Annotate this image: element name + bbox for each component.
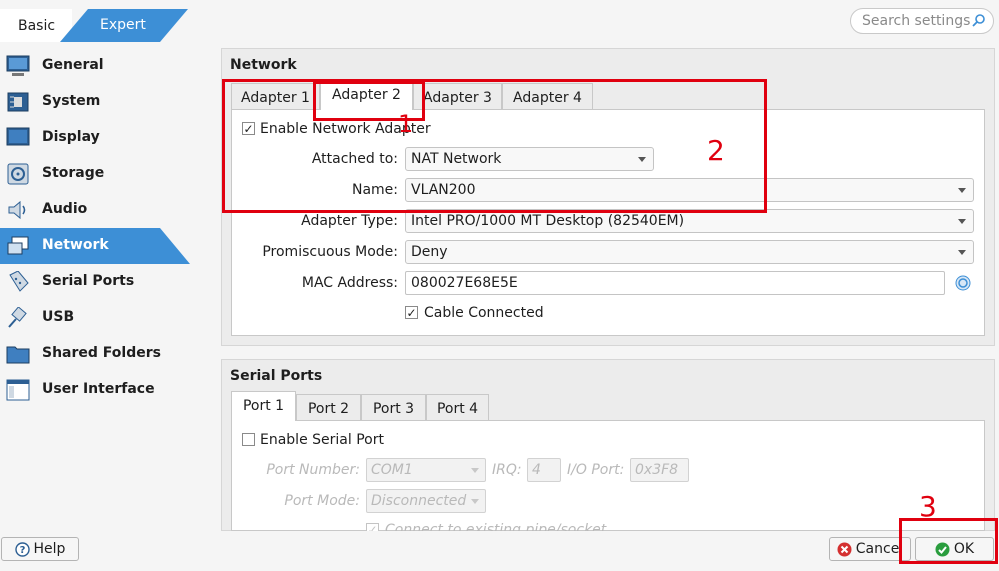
annotation-number-1: 1 bbox=[398, 110, 414, 138]
cancel-icon bbox=[837, 542, 852, 556]
sidebar-item-serial-ports[interactable]: Serial Ports bbox=[0, 264, 200, 300]
enable-serial-port-checkbox[interactable] bbox=[242, 433, 255, 446]
speaker-icon bbox=[8, 200, 26, 220]
mac-address-field[interactable]: 080027E68E5E bbox=[405, 271, 945, 295]
chip-icon bbox=[7, 92, 29, 112]
usb-icon bbox=[8, 307, 27, 328]
help-icon: ? bbox=[14, 541, 30, 557]
search-icon bbox=[972, 14, 985, 27]
refresh-mac-icon[interactable] bbox=[955, 275, 971, 291]
sidebar-item-shared-folders[interactable]: Shared Folders bbox=[0, 336, 200, 372]
tab-port-4[interactable]: Port 4 bbox=[426, 394, 489, 421]
folder-icon bbox=[6, 346, 30, 364]
io-port-field[interactable]: 0x3F8 bbox=[630, 458, 689, 482]
sidebar-item-audio[interactable]: Audio bbox=[0, 192, 200, 228]
connect-existing-row: ✓ Connect to existing pipe/socket bbox=[366, 522, 666, 531]
window-icon bbox=[6, 379, 30, 401]
chevron-down-icon bbox=[958, 219, 966, 224]
mac-address-label: MAC Address: bbox=[301, 275, 398, 291]
promiscuous-mode-select[interactable]: Deny bbox=[405, 240, 974, 264]
port-mode-label: Port Mode: bbox=[284, 493, 360, 509]
annotation-number-2: 2 bbox=[707, 134, 725, 167]
enable-serial-port-label: Enable Serial Port bbox=[260, 432, 384, 448]
connect-existing-label: Connect to existing pipe/socket bbox=[385, 522, 607, 531]
serial-ports-title: Serial Ports bbox=[230, 368, 323, 384]
connect-existing-checkbox[interactable]: ✓ bbox=[366, 523, 379, 531]
chevron-down-icon bbox=[471, 499, 479, 504]
port-number-select[interactable]: COM1 bbox=[366, 458, 486, 482]
promiscuous-mode-label: Promiscuous Mode: bbox=[262, 244, 398, 260]
svg-text:?: ? bbox=[19, 545, 25, 556]
annotation-box-2 bbox=[222, 79, 767, 213]
tab-expert[interactable]: Expert bbox=[60, 9, 188, 42]
annotation-number-3: 3 bbox=[919, 490, 937, 523]
help-button[interactable]: ? Help bbox=[1, 537, 79, 561]
cable-connected-checkbox[interactable]: ✓ bbox=[405, 306, 418, 319]
serial-port-icon bbox=[9, 271, 29, 292]
sidebar-item-user-interface[interactable]: User Interface bbox=[0, 372, 200, 408]
sidebar-item-system[interactable]: System bbox=[0, 84, 200, 120]
cable-connected-label: Cable Connected bbox=[424, 305, 544, 321]
sidebar-item-general[interactable]: General bbox=[0, 48, 200, 84]
search-input[interactable]: Search settings bbox=[850, 8, 994, 34]
io-port-label: I/O Port: bbox=[567, 462, 625, 478]
tab-port-1[interactable]: Port 1 bbox=[231, 391, 296, 421]
irq-label: IRQ: bbox=[492, 462, 522, 478]
chevron-down-icon bbox=[958, 250, 966, 255]
sidebar-item-display[interactable]: Display bbox=[0, 120, 200, 156]
tab-join bbox=[232, 419, 295, 421]
disk-icon bbox=[7, 163, 29, 185]
adapter-type-label: Adapter Type: bbox=[301, 213, 398, 229]
display-icon bbox=[6, 127, 30, 146]
sidebar: General System Display Storage Audio Net… bbox=[0, 48, 200, 418]
monitor-icon bbox=[6, 55, 30, 76]
network-icon bbox=[7, 236, 29, 255]
tab-port-2[interactable]: Port 2 bbox=[296, 394, 361, 421]
irq-field[interactable]: 4 bbox=[527, 458, 561, 482]
sidebar-item-storage[interactable]: Storage bbox=[0, 156, 200, 192]
port-number-label: Port Number: bbox=[266, 462, 360, 478]
annotation-box-3 bbox=[899, 518, 998, 564]
network-group-title: Network bbox=[230, 57, 297, 73]
sidebar-item-network[interactable]: Network bbox=[0, 228, 200, 264]
chevron-down-icon bbox=[958, 188, 966, 193]
port-mode-select[interactable]: Disconnected bbox=[366, 489, 486, 513]
chevron-down-icon bbox=[471, 468, 479, 473]
sidebar-item-usb[interactable]: USB bbox=[0, 300, 200, 336]
tab-port-3[interactable]: Port 3 bbox=[361, 394, 426, 421]
